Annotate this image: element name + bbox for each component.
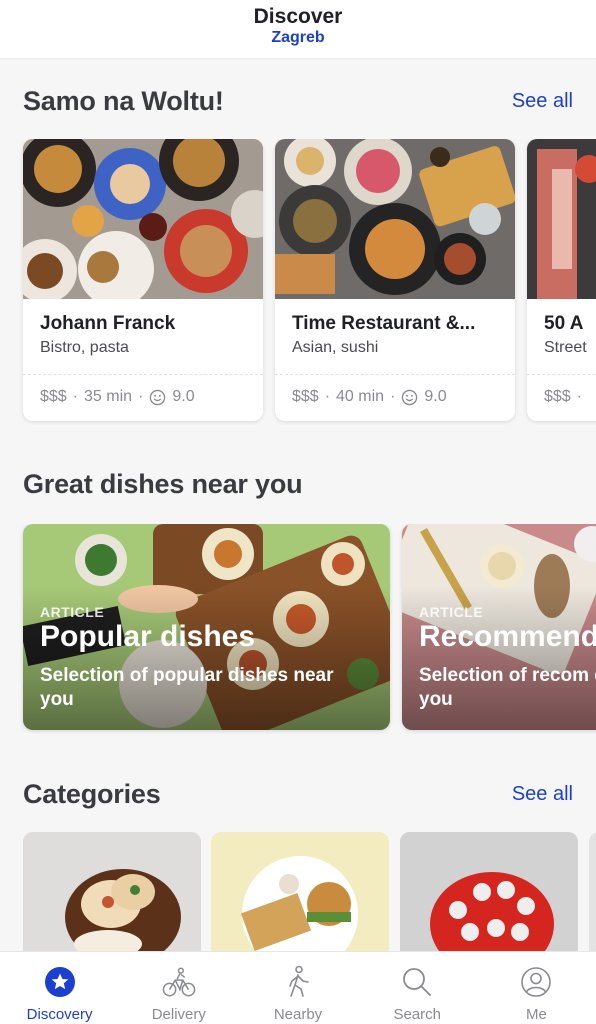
- category-photo: [400, 832, 578, 952]
- section-title-woltu: Samo na Woltu!: [23, 85, 224, 116]
- category-photo: [23, 832, 201, 952]
- city-selector[interactable]: Zagreb: [0, 28, 596, 47]
- venue-meta: $$$ ·: [544, 388, 582, 406]
- walking-person-icon: [281, 965, 315, 999]
- venue-card[interactable]: Time Restaurant &... Asian, sushi $$$ · …: [275, 139, 515, 421]
- venue-photo: [275, 139, 515, 299]
- meta-separator: ·: [390, 388, 396, 405]
- venue-rating: 9.0: [424, 388, 447, 405]
- article-kicker: ARTICLE: [419, 604, 484, 620]
- tab-me[interactable]: Me: [477, 952, 596, 1024]
- article-card[interactable]: ARTICLE Popular dishes Selection of popu…: [23, 524, 390, 730]
- article-description: Selection of recom dishes near you: [419, 665, 596, 710]
- tab-label: Me: [525, 1006, 547, 1023]
- article-title: Recommend: [419, 620, 596, 653]
- meta-separator: ·: [576, 388, 583, 405]
- category-carousel[interactable]: [0, 832, 596, 952]
- see-all-categories-link[interactable]: See all: [512, 783, 573, 806]
- see-all-woltu-link[interactable]: See all: [512, 90, 573, 113]
- delivery-time: 35 min: [84, 388, 133, 405]
- section-header-categories: Categories See all: [23, 776, 573, 812]
- venue-tags: Bistro, pasta: [40, 339, 129, 356]
- article-title: Popular dishes: [40, 620, 256, 653]
- meta-separator: ·: [72, 388, 79, 405]
- category-photo: [211, 832, 389, 952]
- magnifier-icon: [400, 965, 434, 999]
- price-level: $$$: [292, 388, 319, 405]
- smiley-rating-icon: [150, 389, 166, 405]
- tab-label: Delivery: [151, 1006, 206, 1023]
- star-badge-icon: [43, 965, 77, 999]
- category-card[interactable]: [211, 832, 389, 952]
- venue-tags: Asian, sushi: [292, 339, 379, 356]
- category-card[interactable]: [589, 832, 596, 952]
- meta-separator: ·: [324, 388, 331, 405]
- venue-name: 50 A: [544, 313, 584, 334]
- tab-discovery[interactable]: Discovery: [0, 952, 119, 1024]
- smiley-rating-icon: [402, 389, 418, 405]
- delivery-time: 40 min: [336, 388, 385, 405]
- card-divider: [527, 374, 596, 375]
- price-level: $$$: [40, 388, 67, 405]
- category-card[interactable]: [23, 832, 201, 952]
- article-carousel[interactable]: ARTICLE Popular dishes Selection of popu…: [0, 524, 596, 734]
- section-title-dishes: Great dishes near you: [23, 468, 303, 499]
- venue-tags: Street: [544, 339, 587, 356]
- card-divider: [23, 374, 263, 375]
- price-level: $$$: [544, 388, 571, 405]
- venue-carousel[interactable]: Johann Franck Bistro, pasta $$$ · 35 min…: [0, 139, 596, 425]
- article-description: Selection of popular dishes near you: [40, 665, 334, 710]
- venue-name: Time Restaurant &...: [292, 313, 476, 334]
- venue-photo: [23, 139, 263, 299]
- top-bar: Discover Zagreb: [0, 0, 596, 58]
- user-circle-icon: [519, 965, 553, 999]
- tab-search[interactable]: Search: [358, 952, 477, 1024]
- tab-nearby[interactable]: Nearby: [238, 952, 357, 1024]
- venue-meta: $$$ · 35 min · 9.0: [40, 388, 195, 406]
- category-card[interactable]: [400, 832, 578, 952]
- section-title-categories: Categories: [23, 778, 161, 809]
- section-header-woltu: Samo na Woltu! See all: [23, 83, 573, 119]
- bottom-tab-bar: Discovery Delivery Nearby Search Me: [0, 951, 596, 1024]
- page-title: Discover: [253, 5, 343, 28]
- venue-photo: [527, 139, 596, 299]
- venue-meta: $$$ · 40 min · 9.0: [292, 388, 447, 406]
- card-divider: [275, 374, 515, 375]
- venue-card[interactable]: Johann Franck Bistro, pasta $$$ · 35 min…: [23, 139, 263, 421]
- section-header-dishes: Great dishes near you: [23, 466, 573, 502]
- bicycle-courier-icon: [162, 965, 196, 999]
- tab-label: Discovery: [26, 1006, 93, 1023]
- tab-label: Nearby: [273, 1006, 323, 1023]
- venue-rating: 9.0: [172, 388, 195, 405]
- venue-card[interactable]: 50 A Street $$$ ·: [527, 139, 596, 421]
- tab-label: Search: [393, 1006, 441, 1023]
- tab-delivery[interactable]: Delivery: [119, 952, 238, 1024]
- article-card[interactable]: ARTICLE Recommend Selection of recom dis…: [402, 524, 596, 730]
- meta-separator: ·: [138, 388, 144, 405]
- article-kicker: ARTICLE: [40, 604, 105, 620]
- venue-name: Johann Franck: [40, 313, 176, 334]
